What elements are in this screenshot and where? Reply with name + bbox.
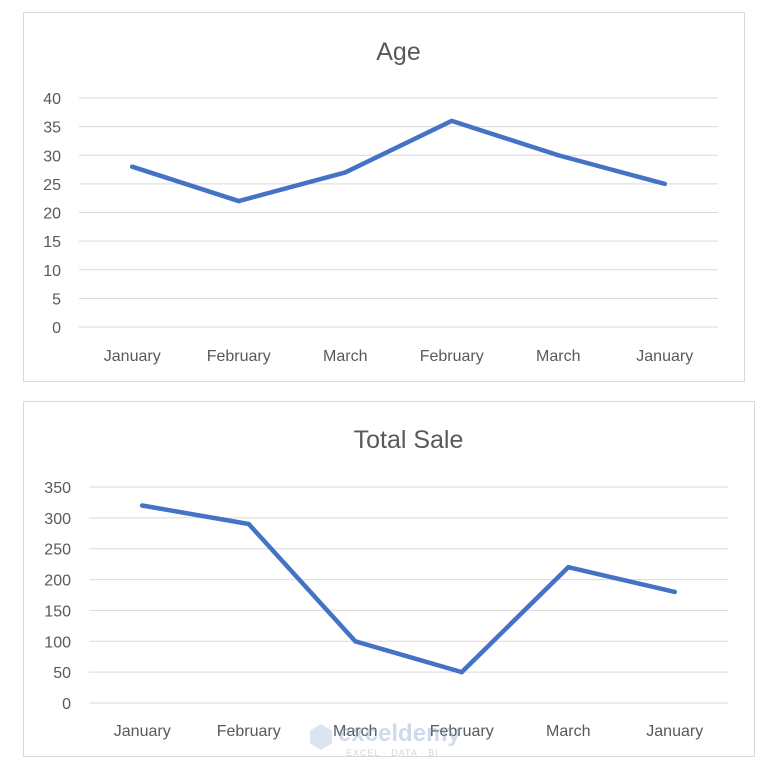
watermark-name: exceldemy [338, 720, 461, 747]
y-tick-label: 200 [44, 573, 71, 590]
y-tick-label: 150 [44, 603, 71, 620]
age-data-point[interactable] [556, 153, 561, 158]
sale-data-point[interactable] [140, 503, 145, 508]
y-tick-label: 40 [43, 91, 61, 108]
x-tick-label: March [546, 723, 590, 740]
y-tick-label: 25 [43, 177, 61, 194]
age-data-point[interactable] [343, 170, 348, 175]
age-chart-title: Age [376, 38, 420, 66]
x-tick-label: February [207, 348, 271, 365]
y-tick-label: 0 [62, 696, 71, 713]
age-chart[interactable]: Age 0 5 10 15 20 25 30 35 40 January February March F… [23, 12, 745, 382]
watermark-tagline: EXCEL · DATA · BI [346, 748, 439, 758]
x-tick-label: January [114, 723, 171, 740]
x-tick-label: January [636, 348, 693, 365]
y-tick-label: 250 [44, 542, 71, 559]
total-sale-chart-plot: Total Sale 0 50 100 150 200 250 300 350 January Fe… [44, 426, 728, 740]
x-tick-label: January [104, 348, 161, 365]
x-tick-label: March [323, 348, 367, 365]
total-sale-chart[interactable]: Total Sale 0 50 100 150 200 250 300 350 January Fe… [23, 401, 755, 757]
age-data-point[interactable] [449, 118, 454, 124]
sale-data-point[interactable] [459, 669, 464, 675]
y-tick-label: 30 [43, 148, 61, 165]
age-chart-plot: Age 0 5 10 15 20 25 30 35 40 January February March F… [43, 38, 718, 365]
y-tick-label: 50 [53, 665, 71, 682]
x-tick-label: January [646, 723, 703, 740]
x-tick-label: February [420, 348, 484, 365]
y-tick-label: 10 [43, 263, 61, 280]
watermark: exceldemy EXCEL · DATA · BI [310, 720, 461, 760]
y-tick-label: 100 [44, 634, 71, 651]
exceldemy-logo-icon [310, 724, 332, 750]
y-tick-label: 20 [43, 206, 61, 223]
sale-data-point[interactable] [246, 521, 251, 527]
x-tick-label: March [536, 348, 580, 365]
sale-data-point[interactable] [353, 639, 358, 644]
sale-data-point[interactable] [672, 589, 677, 595]
y-tick-label: 300 [44, 511, 71, 528]
age-data-point[interactable] [130, 164, 135, 169]
age-series-line[interactable] [130, 118, 667, 204]
x-tick-label: February [217, 723, 281, 740]
y-tick-label: 0 [52, 320, 61, 337]
sale-series-line[interactable] [140, 503, 677, 675]
sale-chart-title: Total Sale [354, 426, 464, 454]
age-data-point[interactable] [236, 198, 241, 204]
y-tick-label: 15 [43, 234, 61, 251]
y-tick-label: 35 [43, 120, 61, 137]
y-tick-label: 350 [44, 480, 71, 497]
age-data-point[interactable] [662, 181, 667, 187]
sale-data-point[interactable] [566, 565, 571, 570]
y-tick-label: 5 [52, 291, 61, 308]
